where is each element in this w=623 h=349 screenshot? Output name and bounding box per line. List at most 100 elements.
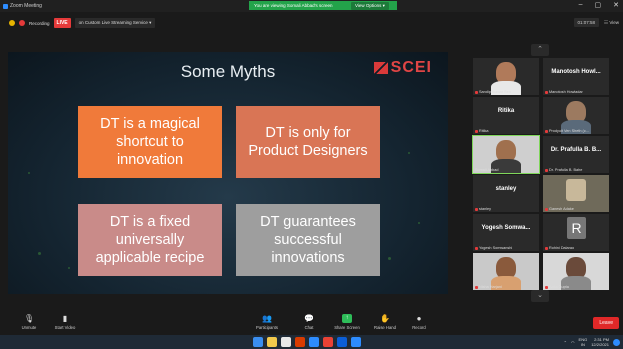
office-icon[interactable]	[295, 337, 305, 347]
participant-name: Dr. Prafulla B. Bahe	[545, 168, 582, 172]
participant-display-name: Ritika	[497, 108, 515, 114]
taskbar-apps	[253, 337, 361, 347]
viewing-message: You are viewing Somali Abbad's screen	[254, 3, 333, 8]
muted-mic-icon	[475, 285, 478, 289]
maximize-button[interactable]: ▢	[595, 1, 602, 9]
mail-icon[interactable]	[337, 337, 347, 347]
close-button[interactable]: ✕	[613, 1, 619, 9]
recording-label: Recording	[29, 20, 50, 26]
zoom-taskbar-icon[interactable]	[351, 337, 361, 347]
edge-browser-icon[interactable]	[309, 337, 319, 347]
wifi-icon[interactable]: ◠	[571, 340, 575, 345]
participant-name: Nisha Harjani	[475, 285, 502, 289]
muted-mic-icon	[545, 285, 548, 289]
meeting-toolbar: 🎙 Unmute ▮ Start Video 👥 Participants 💬 …	[0, 311, 623, 334]
myth-box: DT is a magical shortcut to innovation	[78, 106, 222, 178]
participant-tile[interactable]: Sandip Kumar Sen	[473, 58, 539, 95]
participant-name: Prodyuit Ven Sheth (c...	[545, 129, 589, 133]
live-badge: LIVE	[53, 18, 71, 28]
tray-chevron-icon[interactable]: ⌃	[564, 340, 567, 345]
meeting-status-bar: Recording LIVE on Custom Live Streaming …	[0, 14, 623, 32]
system-tray: ⌃ ◠ ENG IN 2:31 PM 12/2/2021	[564, 337, 620, 347]
chrome-browser-icon[interactable]	[323, 337, 333, 347]
app-title: Zoom Meeting	[3, 3, 42, 9]
participant-display-name: stanley	[495, 186, 517, 192]
participant-name: Manotosh Howladar	[545, 90, 583, 94]
participant-tile[interactable]: R Rohini Dalarao	[543, 214, 609, 251]
participant-tile[interactable]: Dr. Prafulla B. B... Dr. Prafulla B. Bah…	[543, 136, 609, 173]
meeting-timer: 01:07:58	[573, 18, 600, 27]
participant-tile[interactable]: Ritika Ritika	[473, 97, 539, 134]
participant-tile[interactable]: Manotosh Howl... Manotosh Howladar	[543, 58, 609, 95]
muted-mic-icon	[475, 246, 478, 250]
background-speck	[418, 222, 420, 224]
chat-button[interactable]: 💬 Chat	[288, 314, 330, 330]
window-controls: – ▢ ✕	[579, 1, 619, 9]
background-speck	[68, 267, 70, 269]
record-icon: ●	[416, 314, 422, 323]
start-video-button[interactable]: ▮ Start Video	[44, 314, 86, 330]
myth-box: DT is only for Product Designers	[236, 106, 380, 178]
myth-box: DT guarantees successful innovations	[236, 204, 380, 276]
participant-avatar: R	[567, 217, 586, 239]
stream-dropdown[interactable]: on Custom Live Streaming Service ▾	[74, 18, 156, 28]
leave-button[interactable]: Leave	[593, 317, 619, 329]
background-speck	[38, 252, 41, 255]
muted-mic-icon	[545, 90, 548, 94]
participant-tile[interactable]: Nisha Harjani	[473, 253, 539, 290]
myth-box: DT is a fixed universally applicable rec…	[78, 204, 222, 276]
store-icon[interactable]	[281, 337, 291, 347]
shared-screen-slide: Some Myths SCEI DT is a magical shortcut…	[8, 52, 448, 294]
participant-display-name: Yogesh Somwa...	[481, 225, 531, 231]
participant-tile[interactable]: Prodyuit Ven Sheth (c...	[543, 97, 609, 134]
participant-name: Ritika	[475, 129, 489, 133]
participant-name: Somali Abbad	[475, 168, 499, 172]
participant-display-name: Manotosh Howl...	[551, 69, 601, 75]
info-icon[interactable]	[9, 20, 15, 26]
title-bar: Zoom Meeting You are viewing Somali Abba…	[0, 0, 623, 12]
participant-tile[interactable]: Ganesh Adake	[543, 175, 609, 212]
participant-tile[interactable]: Yogesh Somwa... Yogesh Somwanshi	[473, 214, 539, 251]
active-speaker-tile[interactable]: Somali Abbad	[472, 135, 540, 174]
background-speck	[388, 257, 391, 260]
participant-tile[interactable]: stanley stanley	[473, 175, 539, 212]
window-title: Zoom Meeting	[10, 3, 42, 9]
video-off-icon: ▮	[62, 314, 68, 323]
muted-mic-icon	[545, 246, 548, 250]
zoom-window: Zoom Meeting You are viewing Somali Abba…	[0, 0, 623, 349]
file-explorer-icon[interactable]	[267, 337, 277, 347]
muted-mic-icon	[475, 129, 478, 133]
participant-display-name: Dr. Prafulla B. B...	[550, 147, 602, 153]
windows-taskbar: ⌃ ◠ ENG IN 2:31 PM 12/2/2021	[0, 335, 623, 349]
gallery-page-up-button[interactable]: ⌃	[531, 44, 549, 56]
participants-button[interactable]: 👥 Participants	[246, 314, 288, 330]
input-language[interactable]: ENG IN	[579, 337, 588, 347]
zoom-logo-icon	[3, 3, 8, 9]
system-clock[interactable]: 2:31 PM 12/2/2021	[591, 337, 609, 347]
background-speck	[28, 172, 30, 174]
right-status: 01:07:58 ☷ View	[573, 18, 619, 27]
scei-mark-icon	[373, 62, 388, 74]
record-button[interactable]: ● Record	[398, 314, 440, 330]
gallery-page-down-button[interactable]: ⌄	[531, 290, 549, 302]
scei-logo: SCEI	[373, 59, 432, 77]
participant-name: Rohini Dalarao	[545, 246, 574, 250]
participant-name: Aalia Gupta	[545, 285, 569, 289]
minimize-button[interactable]: –	[579, 1, 583, 9]
participants-icon: 👥	[262, 314, 272, 323]
participant-name: Sandip Kumar Sen	[475, 90, 511, 94]
share-screen-button[interactable]: ↑ Share Screen	[326, 314, 368, 330]
participant-gallery: Sandip Kumar Sen Manotosh Howl... Manoto…	[472, 58, 609, 290]
recording-status: Recording LIVE on Custom Live Streaming …	[9, 18, 156, 28]
participant-tile[interactable]: Aalia Gupta	[543, 253, 609, 290]
view-options-button[interactable]: View Options ▾	[351, 1, 389, 10]
notification-icon[interactable]	[613, 338, 620, 346]
participant-name: Ganesh Adake	[545, 207, 574, 211]
raise-hand-icon: ✋	[380, 314, 390, 323]
participant-video	[566, 179, 586, 201]
view-button[interactable]: ☷ View	[604, 20, 619, 26]
windows-start-icon[interactable]	[253, 337, 263, 347]
muted-mic-icon	[545, 129, 548, 133]
viewing-banner: You are viewing Somali Abbad's screen Vi…	[249, 1, 397, 10]
muted-microphone-icon: 🎙	[24, 314, 35, 323]
